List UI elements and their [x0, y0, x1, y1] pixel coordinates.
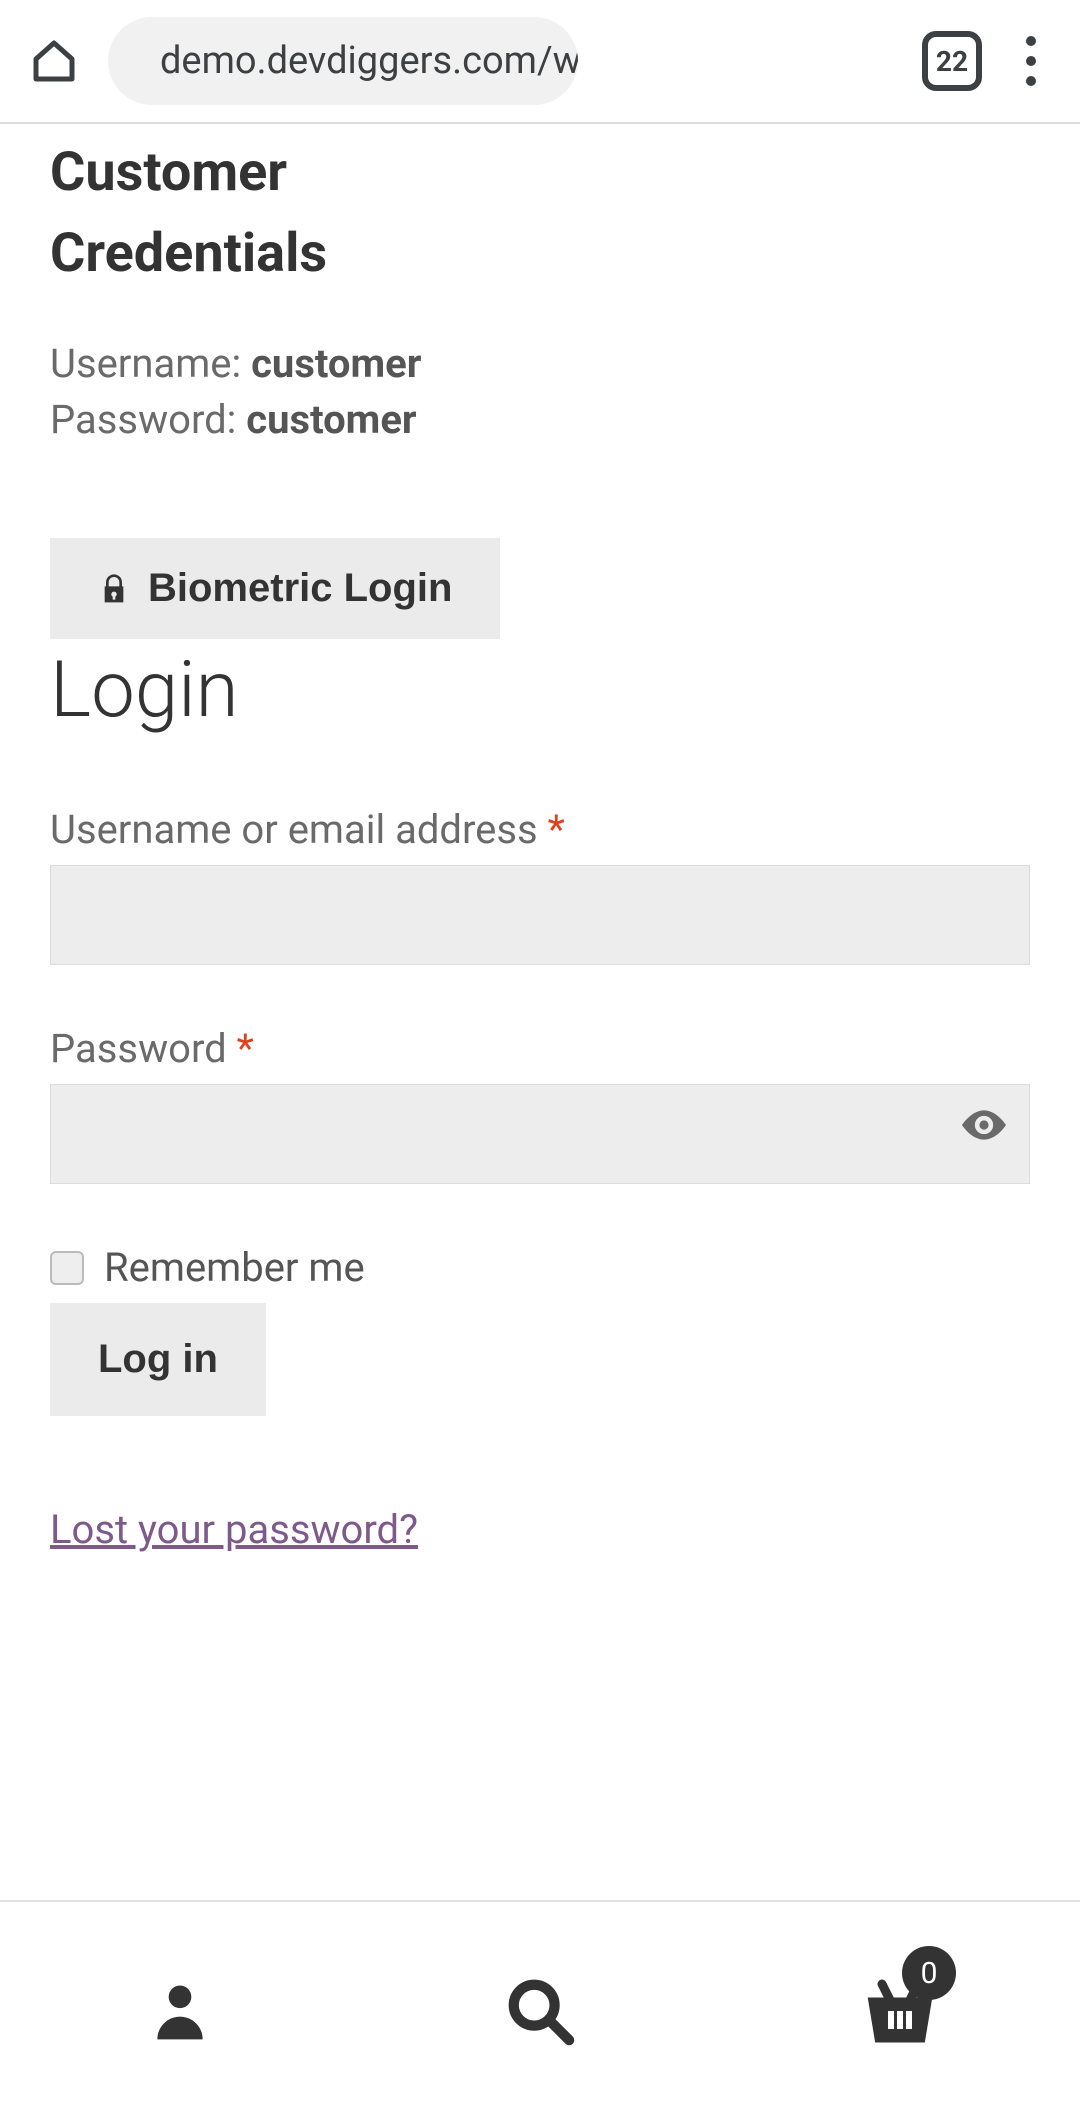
url-text: demo.devdiggers.com/woc — [160, 39, 578, 83]
browser-chrome: demo.devdiggers.com/woc 22 — [0, 0, 1080, 124]
password-label: Password * — [50, 1025, 254, 1072]
home-icon — [30, 37, 78, 85]
show-password-button[interactable] — [962, 1110, 1006, 1144]
page-content: Customer Credentials Username: customer … — [0, 124, 1080, 1900]
tabs-button[interactable]: 22 — [922, 31, 982, 91]
tab-count: 22 — [936, 45, 968, 78]
nav-search[interactable] — [360, 1902, 720, 2120]
lost-password-link[interactable]: Lost your password? — [50, 1506, 418, 1553]
eye-icon — [962, 1110, 1006, 1140]
bottom-nav: 0 — [0, 1900, 1080, 2120]
nav-account[interactable] — [0, 1902, 360, 2120]
kebab-dot-icon — [1026, 76, 1036, 86]
address-bar[interactable]: demo.devdiggers.com/woc — [108, 17, 578, 105]
search-icon — [505, 1976, 575, 2046]
cart-count-badge: 0 — [902, 1946, 956, 2000]
password-input[interactable] — [50, 1084, 1030, 1184]
more-menu-button[interactable] — [1006, 36, 1056, 86]
kebab-dot-icon — [1026, 36, 1036, 46]
login-button[interactable]: Log in — [50, 1303, 266, 1416]
user-icon — [146, 1977, 214, 2045]
credentials-password: Password: customer — [50, 392, 1030, 448]
login-heading: Login — [50, 645, 1030, 736]
kebab-dot-icon — [1026, 56, 1036, 66]
username-label: Username or email address * — [50, 806, 565, 853]
username-input[interactable] — [50, 865, 1030, 965]
remember-me-label: Remember me — [104, 1244, 365, 1291]
remember-me-checkbox[interactable] — [50, 1251, 84, 1285]
biometric-login-button[interactable]: Biometric Login — [50, 538, 500, 639]
biometric-label: Biometric Login — [148, 566, 452, 611]
home-button[interactable] — [24, 37, 84, 85]
lock-icon — [98, 571, 130, 607]
credentials-username: Username: customer — [50, 336, 1030, 392]
credentials-heading: Customer Credentials — [50, 132, 1030, 294]
nav-cart[interactable]: 0 — [720, 1902, 1080, 2120]
